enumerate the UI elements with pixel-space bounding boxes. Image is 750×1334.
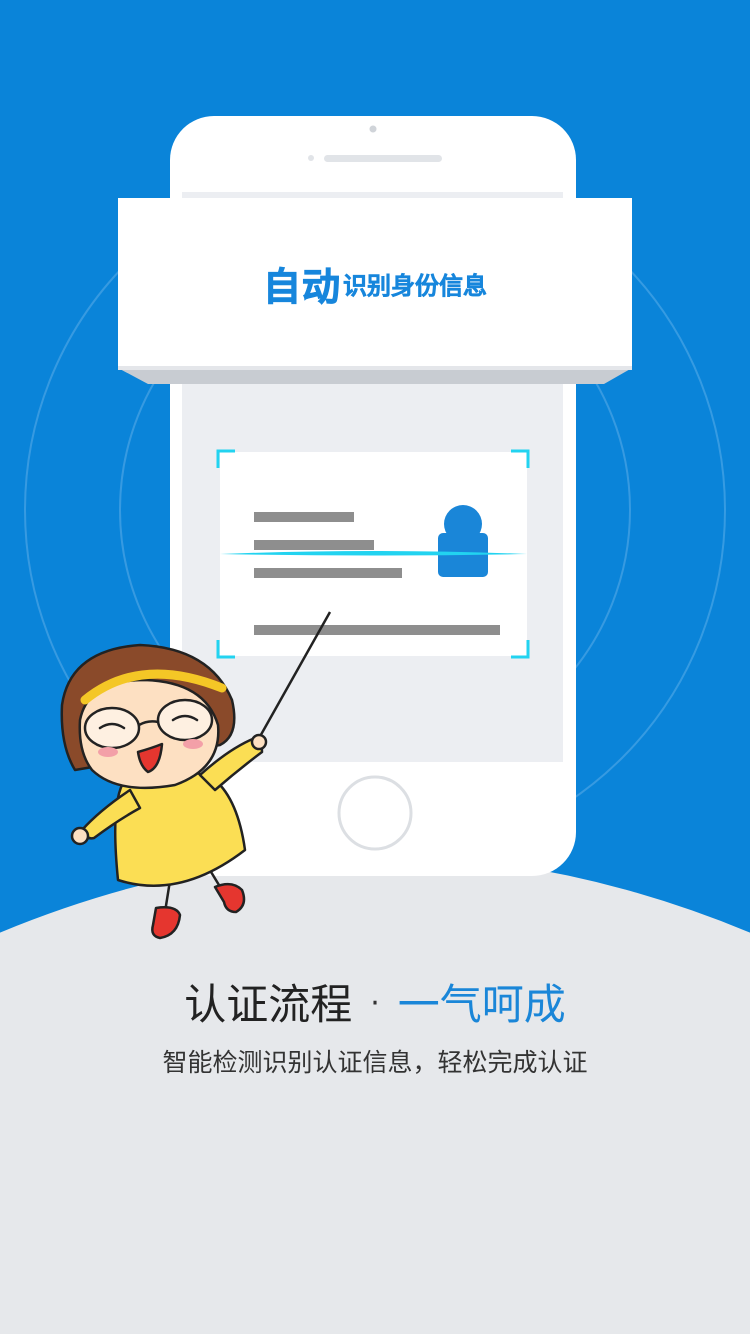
headline: 认证流程 · 一气呵成 xyxy=(0,978,750,1031)
headline-separator: · xyxy=(370,986,380,1021)
phone-camera xyxy=(369,125,377,133)
illustration xyxy=(0,0,750,1334)
ground-arc xyxy=(0,855,750,1334)
banner-card xyxy=(118,198,632,384)
headline-part1: 认证流程 xyxy=(184,980,353,1029)
phone-speaker xyxy=(324,155,442,162)
home-button xyxy=(337,775,413,851)
subtitle: 智能检测识别认证信息，轻松完成认证 xyxy=(162,1048,588,1077)
banner-shadow xyxy=(118,368,632,384)
phone-sensor xyxy=(308,155,314,161)
banner-face xyxy=(118,198,632,370)
guide-screen: 自动 识别身份信息 认证流程 · 一气呵成 智能检测识别认证信息，轻松完成认证 xyxy=(0,0,750,1334)
id-card xyxy=(216,449,530,659)
headline-part2: 一气呵成 xyxy=(397,980,566,1029)
